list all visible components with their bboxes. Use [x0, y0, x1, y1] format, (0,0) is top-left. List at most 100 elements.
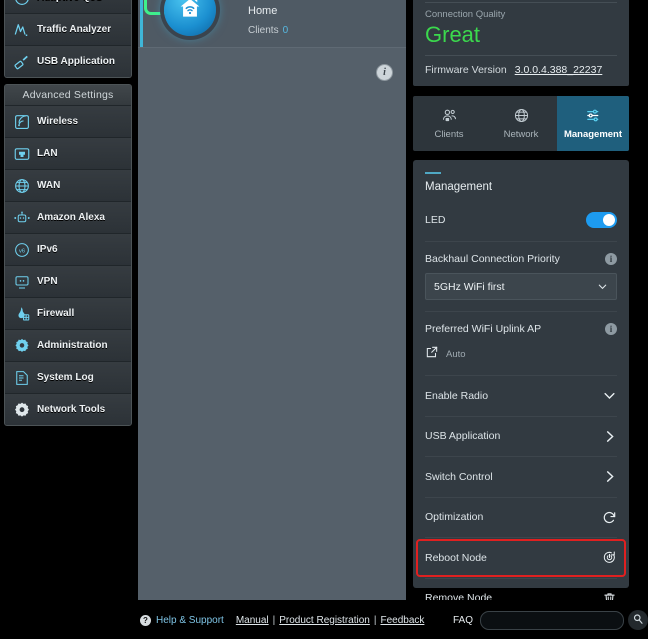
row-switch-control[interactable]: Switch Control [425, 456, 617, 497]
node-clients-label: Clients [248, 25, 279, 36]
sidebar-item-label: Administration [37, 340, 108, 351]
node-home-button[interactable] [164, 0, 216, 36]
node-clients-count: 0 [282, 25, 289, 36]
sidebar-item-label: System Log [37, 372, 94, 383]
row-label: Enable Radio [425, 389, 489, 402]
sidebar-item-traffic-analyzer[interactable]: Traffic Analyzer [5, 14, 131, 46]
sidebar-item-system-log[interactable]: System Log [5, 362, 131, 394]
row-enable-radio[interactable]: Enable Radio [425, 375, 617, 416]
toggle-track[interactable] [586, 212, 617, 228]
toggle-knob [603, 214, 615, 226]
sidebar-item-ipv6[interactable]: v6 IPv6 [5, 234, 131, 266]
faq-label: FAQ [452, 614, 473, 626]
sidebar-item-adaptive-qos[interactable]: Adaptive QoS [5, 0, 131, 14]
chevron-down-icon [597, 281, 608, 292]
detail-panel: Connection Quality Great Firmware Versio… [409, 0, 633, 604]
router-admin-page: Adaptive QoS Traffic Analyzer USB App [0, 0, 648, 639]
sidebar-item-vpn[interactable]: VPN [5, 266, 131, 298]
led-row: LED [425, 199, 617, 241]
gauge-icon [12, 0, 31, 7]
uplink-label: Preferred WiFi Uplink AP [425, 323, 542, 335]
panel-info-button[interactable]: i [376, 64, 393, 81]
sidebar-item-lan[interactable]: LAN [5, 138, 131, 170]
tab-label: Clients [434, 129, 464, 140]
status-card: Connection Quality Great Firmware Versio… [413, 0, 629, 86]
row-label: Switch Control [425, 470, 493, 483]
backhaul-label-row: Backhaul Connection Priority i [425, 242, 617, 265]
section-marker [425, 172, 441, 174]
info-icon[interactable]: i [605, 253, 617, 265]
faq-search-button[interactable] [628, 610, 648, 630]
footer-link-manual[interactable]: Manual [236, 615, 269, 626]
sidebar-item-wireless[interactable]: Wireless [5, 106, 131, 138]
firmware-row: Firmware Version 3.0.0.4.388_22237 [425, 56, 617, 86]
backhaul-select[interactable]: 5GHz WiFi first [425, 273, 617, 300]
tab-clients[interactable]: Clients [413, 96, 485, 151]
connection-quality-label: Connection Quality [425, 9, 506, 20]
detail-tabbar: Clients Network Management [413, 96, 629, 151]
refresh-icon [602, 510, 617, 525]
system-log-icon [12, 368, 31, 387]
backhaul-label: Backhaul Connection Priority [425, 253, 560, 265]
waveform-icon [12, 20, 31, 39]
sidebar-item-label: VPN [37, 276, 58, 287]
tab-network[interactable]: Network [485, 96, 557, 151]
clients-icon [441, 107, 458, 124]
sidebar-group-general: Adaptive QoS Traffic Analyzer USB App [4, 0, 132, 78]
sidebar-item-wan[interactable]: WAN [5, 170, 131, 202]
sidebar-item-usb-application[interactable]: USB Application [5, 46, 131, 77]
sidebar-group-header: Advanced Settings [5, 85, 131, 106]
topology-header: Home Clients 0 [138, 0, 406, 48]
management-title: Management [425, 181, 493, 193]
administration-icon [12, 336, 31, 355]
sidebar-item-amazon-alexa[interactable]: Amazon Alexa [5, 202, 131, 234]
sidebar-item-administration[interactable]: Administration [5, 330, 131, 362]
row-reboot-node[interactable]: Reboot Node [425, 537, 617, 578]
svg-text:v6: v6 [19, 248, 25, 254]
row-label: USB Application [425, 430, 501, 443]
sidebar-item-label: Traffic Analyzer [37, 24, 112, 35]
sliders-icon [585, 107, 602, 124]
search-icon [632, 613, 644, 628]
sidebar-item-network-tools[interactable]: Network Tools [5, 394, 131, 425]
topology-accent-bar [140, 0, 143, 47]
sidebar-item-label: Wireless [37, 116, 79, 127]
home-wifi-icon [177, 0, 203, 26]
info-icon[interactable]: i [605, 323, 617, 335]
led-label: LED [425, 214, 446, 226]
led-toggle[interactable] [586, 212, 617, 228]
uplink-label-row: Preferred WiFi Uplink AP i [425, 312, 617, 335]
sidebar-item-label: WAN [37, 180, 61, 191]
tab-management[interactable]: Management [557, 96, 629, 151]
network-tools-icon [12, 400, 31, 419]
footer-separator: | [373, 614, 377, 626]
sidebar-item-label: Network Tools [37, 404, 106, 415]
faq-search-input[interactable] [480, 610, 624, 630]
sidebar: Adaptive QoS Traffic Analyzer USB App [0, 0, 136, 458]
footer-link-product-registration[interactable]: Product Registration [279, 615, 370, 626]
uplink-value: Auto [446, 349, 466, 360]
row-label: Optimization [425, 511, 484, 524]
tab-label: Network [503, 129, 539, 140]
question-icon: ? [140, 614, 151, 626]
ipv6-icon: v6 [12, 240, 31, 259]
footer-link-feedback[interactable]: Feedback [380, 615, 424, 626]
usb-icon [12, 52, 31, 71]
chevron-right-icon [602, 429, 617, 444]
globe-icon [12, 176, 31, 195]
connection-quality-value: Great [425, 22, 481, 47]
uplink-value-row[interactable]: Auto [425, 335, 617, 375]
sidebar-item-label: LAN [37, 148, 58, 159]
footer-separator: | [272, 614, 276, 626]
sidebar-item-firewall[interactable]: Firewall [5, 298, 131, 330]
footer: ? Help & Support Manual | Product Regist… [138, 600, 648, 639]
row-optimization[interactable]: Optimization [425, 496, 617, 538]
lan-icon [12, 144, 31, 163]
sidebar-item-label: Adaptive QoS [37, 0, 103, 3]
info-icon: i [376, 64, 393, 81]
sidebar-item-label: Firewall [37, 308, 75, 319]
wireless-icon [12, 112, 31, 131]
row-usb-application[interactable]: USB Application [425, 415, 617, 457]
tab-label: Management [563, 129, 623, 140]
firmware-version-link[interactable]: 3.0.0.4.388_22237 [515, 64, 603, 76]
